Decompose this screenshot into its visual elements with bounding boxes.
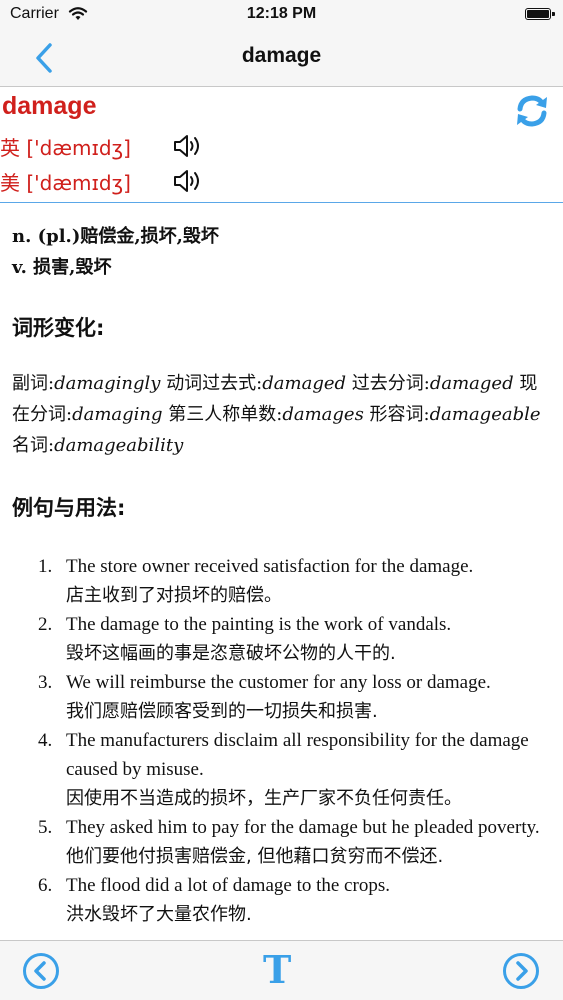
form-label: 动词过去式: xyxy=(166,373,263,394)
definition-content[interactable]: n. (pl.)赔偿金,损坏,毁坏 v. 损害,毁坏 词形变化: 副词:dama… xyxy=(0,204,563,940)
example-number: 5. xyxy=(38,817,53,838)
example-chinese: 他们要他付损害赔偿金, 但他藉口贫穷而不偿还. xyxy=(66,846,444,867)
form-value: damaged xyxy=(429,373,514,394)
speaker-icon[interactable] xyxy=(172,132,204,160)
example-number: 1. xyxy=(38,556,53,577)
example-chinese: 洪水毁坏了大量农作物. xyxy=(66,904,252,925)
form-label: 副词: xyxy=(12,373,55,394)
form-value: damagingly xyxy=(54,373,161,394)
page-title: damage xyxy=(241,44,322,67)
definition-noun: n. (pl.)赔偿金,损坏,毁坏 xyxy=(12,226,219,247)
example-english: The store owner received satisfaction fo… xyxy=(66,556,474,577)
example-english: They asked him to pay for the damage but… xyxy=(66,817,540,838)
example-item: 5. They asked him to pay for the damage … xyxy=(0,813,563,871)
pronunciation-uk: 英 ['dæmɪdʒ] xyxy=(0,136,131,160)
bottom-toolbar: T xyxy=(0,940,563,1000)
example-item: 6. The flood did a lot of damage to the … xyxy=(0,871,563,929)
form-label: 形容词: xyxy=(369,404,430,425)
example-english: We will reimburse the customer for any l… xyxy=(66,672,491,693)
definition-verb: v. 损害,毁坏 xyxy=(12,257,112,278)
example-number: 2. xyxy=(38,614,53,635)
form-value: damaging xyxy=(72,404,163,425)
refresh-icon[interactable] xyxy=(514,92,550,130)
status-bar: Carrier 12:18 PM xyxy=(0,0,563,30)
form-label: 名词: xyxy=(12,435,55,456)
example-chinese: 我们愿赔偿顾客受到的一切损失和损害. xyxy=(66,701,378,722)
example-number: 3. xyxy=(38,672,53,693)
headword: damage xyxy=(2,92,97,120)
example-number: 6. xyxy=(38,875,53,896)
pronunciation-us: 美 ['dæmɪdʒ] xyxy=(0,171,131,195)
form-value: damaged xyxy=(262,373,347,394)
speaker-icon[interactable] xyxy=(172,167,204,195)
example-chinese: 店主收到了对损坏的赔偿。 xyxy=(66,585,282,606)
word-forms: 副词:damagingly 动词过去式:damaged 过去分词:damaged… xyxy=(12,368,552,461)
previous-circle-icon[interactable] xyxy=(22,952,60,990)
form-label: 第三人称单数: xyxy=(168,404,283,425)
examples-title: 例句与用法: xyxy=(12,496,126,520)
example-english: The damage to the painting is the work o… xyxy=(66,614,452,635)
battery-icon xyxy=(525,8,555,20)
example-item: 2. The damage to the painting is the wor… xyxy=(0,610,563,668)
word-forms-title: 词形变化: xyxy=(12,316,105,340)
clock: 12:18 PM xyxy=(246,5,317,22)
form-value: damageability xyxy=(54,435,184,456)
example-english: The flood did a lot of damage to the cro… xyxy=(66,875,390,896)
navigation-bar: damage xyxy=(0,30,563,87)
example-item: 4. The manufacturers disclaim all respon… xyxy=(0,726,563,813)
example-chinese: 毁坏这幅画的事是恣意破坏公物的人干的. xyxy=(66,643,396,664)
example-number: 4. xyxy=(38,730,53,751)
form-label: 过去分词: xyxy=(351,373,430,394)
example-english: The manufacturers disclaim all responsib… xyxy=(66,730,529,780)
example-item: 3. We will reimburse the customer for an… xyxy=(0,668,563,726)
font-size-button[interactable]: T xyxy=(263,947,291,992)
form-value: damages xyxy=(282,404,364,425)
form-value: damageable xyxy=(429,404,541,425)
example-list: 1. The store owner received satisfaction… xyxy=(0,552,563,929)
entry-header: damage 英 ['dæmɪdʒ] 美 ['dæmɪdʒ] xyxy=(0,88,563,203)
example-item: 1. The store owner received satisfaction… xyxy=(0,552,563,610)
example-chinese: 因使用不当造成的损坏，生产厂家不负任何责任。 xyxy=(66,788,462,809)
next-circle-icon[interactable] xyxy=(502,952,540,990)
